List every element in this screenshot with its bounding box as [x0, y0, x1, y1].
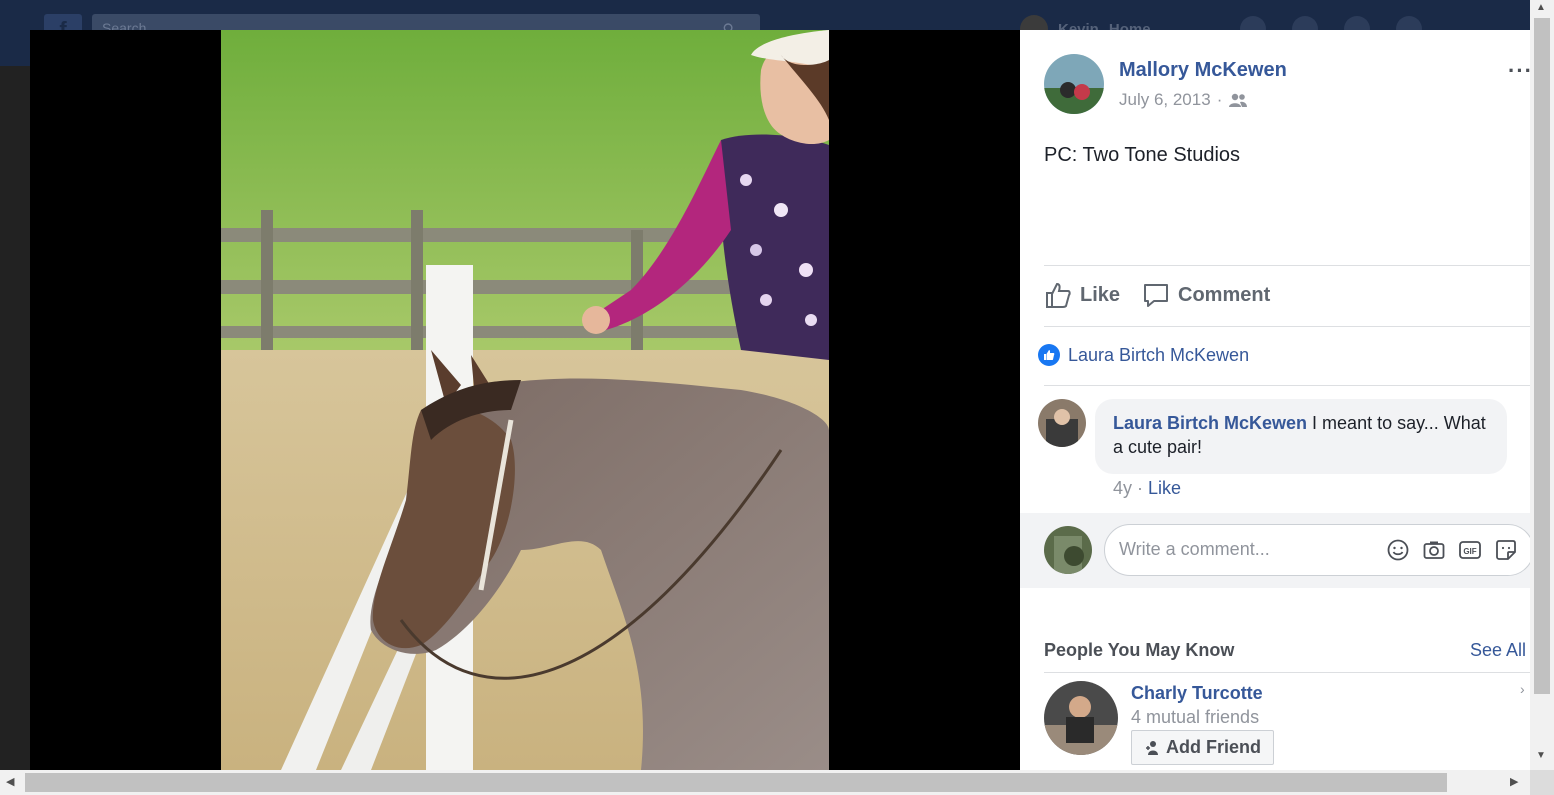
horse-rider-photo	[221, 30, 829, 770]
post-author-name[interactable]: Mallory McKewen	[1119, 59, 1287, 82]
add-friend-button[interactable]: Add Friend	[1131, 730, 1274, 765]
scrollbar-corner	[1530, 770, 1554, 795]
comment-meta: 4y · Like	[1113, 478, 1181, 499]
photo-stage[interactable]	[30, 30, 1020, 770]
smiley-icon[interactable]	[1386, 538, 1410, 562]
see-all-link[interactable]: See All	[1470, 640, 1526, 661]
svg-text:GIF: GIF	[1463, 547, 1476, 556]
divider	[1044, 326, 1530, 327]
post-options-button[interactable]: ···	[1508, 58, 1530, 84]
likes-names[interactable]: Laura Birtch McKewen	[1068, 345, 1249, 366]
add-friend-icon	[1146, 740, 1158, 755]
add-friend-label: Add Friend	[1166, 737, 1261, 757]
vertical-scroll-thumb[interactable]	[1534, 18, 1550, 694]
sticker-icon[interactable]	[1494, 538, 1518, 562]
suggested-friend-name[interactable]: Charly Turcotte	[1131, 683, 1263, 704]
camera-icon[interactable]	[1422, 538, 1446, 562]
scroll-right-icon[interactable]: ▶	[1510, 775, 1518, 788]
page: f Search ⚲ Kevin Home	[0, 0, 1554, 795]
post-details-panel: Mallory McKewen July 6, 2013 · ··· PC: T…	[1020, 30, 1530, 770]
suggested-friend-avatar[interactable]	[1044, 681, 1118, 755]
divider	[1044, 265, 1530, 266]
comment-icon	[1144, 284, 1168, 307]
likes-summary[interactable]: Laura Birtch McKewen	[1038, 344, 1249, 366]
divider	[1044, 385, 1530, 386]
horizontal-scrollbar[interactable]: ◀ ▶	[0, 770, 1530, 795]
meta-separator: ·	[1216, 90, 1223, 109]
people-you-may-know-title: People You May Know	[1044, 640, 1235, 660]
scroll-left-icon[interactable]: ◀	[6, 775, 14, 788]
comment-label: Comment	[1178, 283, 1271, 306]
like-button[interactable]: Like	[1044, 281, 1120, 309]
mutual-friends-count[interactable]: 4 mutual friends	[1131, 707, 1259, 728]
post-caption: PC: Two Tone Studios	[1044, 144, 1241, 166]
divider	[1044, 672, 1530, 673]
comment-input-placeholder: Write a comment...	[1119, 539, 1270, 559]
comment-author[interactable]: Laura Birtch McKewen	[1113, 413, 1307, 433]
thumbs-up-icon	[1046, 282, 1071, 308]
comment-composer: Write a comment... GIF	[1020, 513, 1530, 588]
composer-avatar	[1044, 526, 1092, 574]
comment-like-link[interactable]: Like	[1148, 478, 1181, 498]
scroll-up-icon[interactable]: ▲	[1536, 2, 1546, 13]
post-photo[interactable]	[221, 30, 829, 770]
gif-icon[interactable]: GIF	[1458, 538, 1482, 562]
comment-meta-separator: ·	[1132, 478, 1149, 498]
vertical-scrollbar[interactable]: ▲ ▼	[1530, 0, 1554, 770]
post-meta: July 6, 2013 ·	[1119, 90, 1248, 110]
comment-bubble: Laura Birtch McKewen I meant to say... W…	[1095, 399, 1507, 474]
like-label: Like	[1080, 283, 1121, 306]
comment-age[interactable]: 4y	[1113, 478, 1132, 498]
horizontal-scroll-thumb[interactable]	[25, 773, 1447, 792]
composer-icons: GIF	[1386, 538, 1518, 562]
comment-button[interactable]: Comment	[1142, 281, 1270, 309]
author-avatar[interactable]	[1044, 54, 1104, 114]
friends-icon[interactable]	[1228, 92, 1248, 108]
like-reaction-icon	[1038, 344, 1060, 366]
post-date[interactable]: July 6, 2013	[1119, 90, 1211, 110]
scroll-down-icon[interactable]: ▼	[1536, 750, 1546, 761]
background-overlay	[0, 66, 30, 795]
commenter-avatar[interactable]	[1038, 399, 1086, 447]
chevron-right-icon[interactable]: ›	[1520, 681, 1525, 697]
